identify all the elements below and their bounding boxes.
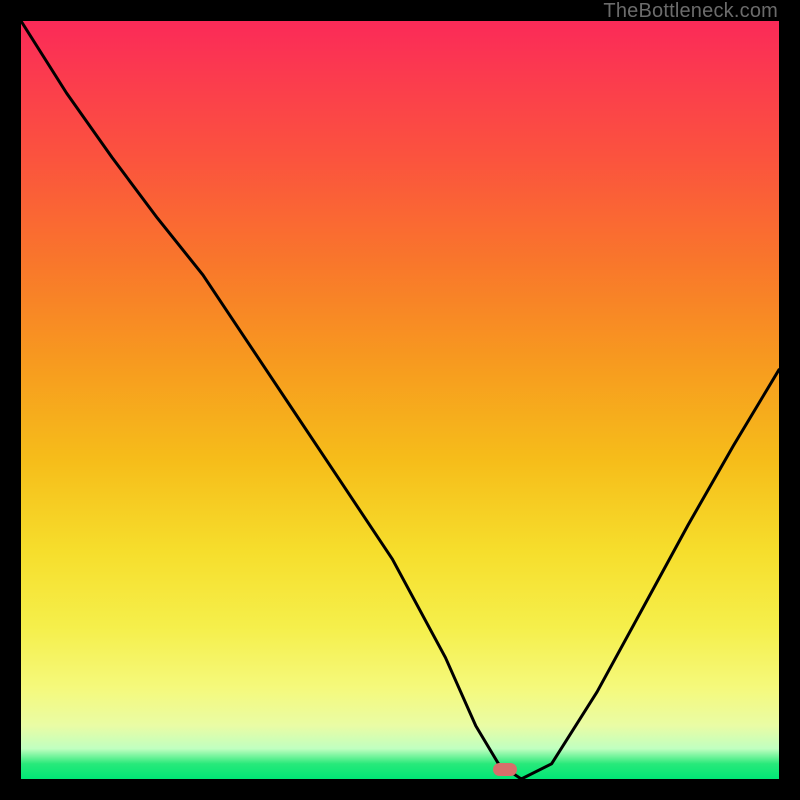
optimum-marker — [493, 763, 517, 776]
bottleneck-curve — [21, 21, 779, 779]
curve-svg — [21, 21, 779, 779]
plot-area — [21, 21, 779, 779]
watermark-text: TheBottleneck.com — [603, 0, 778, 23]
